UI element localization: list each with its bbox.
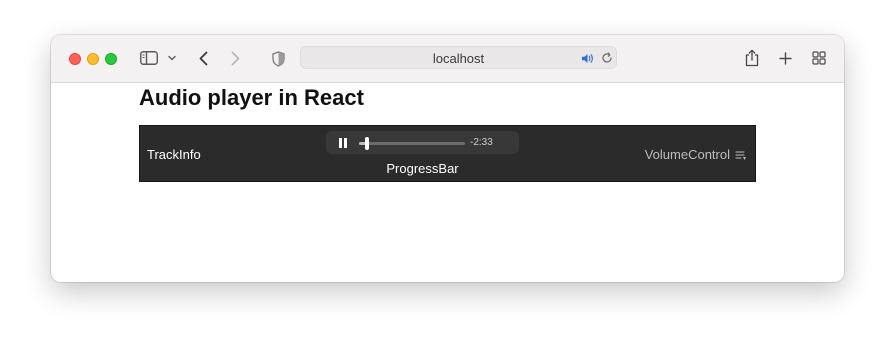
browser-toolbar: localhost (51, 35, 844, 83)
reload-button[interactable] (600, 51, 613, 64)
forward-icon (231, 51, 239, 65)
sidebar-toggle-button[interactable] (139, 50, 158, 66)
back-button[interactable] (197, 49, 209, 67)
playback-options-icon (735, 151, 746, 160)
page-title: Audio player in React (139, 85, 364, 110)
tab-overview-icon (812, 51, 826, 65)
volume-control[interactable]: VolumeControl (645, 147, 730, 162)
close-window-button[interactable] (69, 53, 81, 65)
back-icon (199, 51, 207, 65)
seek-thumb[interactable] (365, 137, 370, 150)
tab-overview-button[interactable] (812, 51, 826, 65)
share-button[interactable] (744, 48, 760, 67)
address-bar[interactable]: localhost (300, 46, 617, 69)
reload-icon (601, 51, 612, 63)
shield-icon (271, 50, 285, 67)
speaker-icon (582, 53, 593, 63)
time-remaining: -2:33 (470, 137, 493, 148)
chevron-down-icon (168, 55, 176, 61)
share-icon (745, 49, 759, 66)
seek-slider[interactable] (359, 137, 465, 150)
progress-bar-label: ProgressBar (386, 161, 459, 176)
minimize-window-button[interactable] (87, 53, 99, 65)
forward-button[interactable] (229, 49, 241, 67)
sidebar-menu-button[interactable] (167, 53, 177, 63)
audio-playing-button[interactable] (581, 52, 594, 64)
audio-player: TrackInfo -2:33 ProgressBar VolumeContro… (139, 125, 756, 182)
zoom-window-button[interactable] (105, 53, 117, 65)
track-info: TrackInfo (147, 147, 201, 162)
playback-options-button[interactable] (735, 148, 747, 160)
address-text: localhost (432, 51, 485, 66)
pause-button[interactable] (337, 137, 349, 149)
privacy-report-button[interactable] (271, 50, 285, 67)
browser-window: localhost Audio player in React TrackInf… (51, 35, 844, 282)
audio-controls: -2:33 (326, 131, 519, 154)
plus-icon (778, 51, 792, 65)
page-content: Audio player in React TrackInfo -2:33 Pr… (51, 83, 844, 282)
sidebar-icon (139, 51, 158, 65)
new-tab-button[interactable] (778, 51, 792, 65)
